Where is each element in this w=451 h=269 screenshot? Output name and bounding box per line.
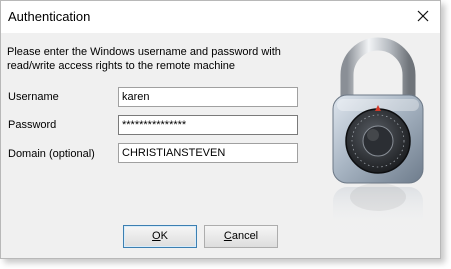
domain-input[interactable] [118,143,298,163]
ok-mnemonic: O [152,230,161,242]
padlock-icon [319,37,437,247]
password-input[interactable] [118,115,298,135]
authentication-dialog: Authentication Please enter the Windows … [0,0,441,259]
cancel-button[interactable]: Cancel [204,225,278,248]
username-label: Username [8,91,59,103]
cancel-mnemonic: C [223,230,232,242]
ok-label-rest: K [160,230,168,242]
username-input[interactable] [118,87,298,107]
cancel-label-rest: ancel [231,230,259,242]
title-bar: Authentication [1,1,440,33]
ok-button[interactable]: OK [123,225,197,248]
domain-label: Domain (optional) [8,148,95,160]
window-title: Authentication [8,9,91,24]
password-label: Password [8,119,57,131]
instructions-text: Please enter the Windows username and pa… [7,46,281,72]
close-icon[interactable] [414,7,432,25]
